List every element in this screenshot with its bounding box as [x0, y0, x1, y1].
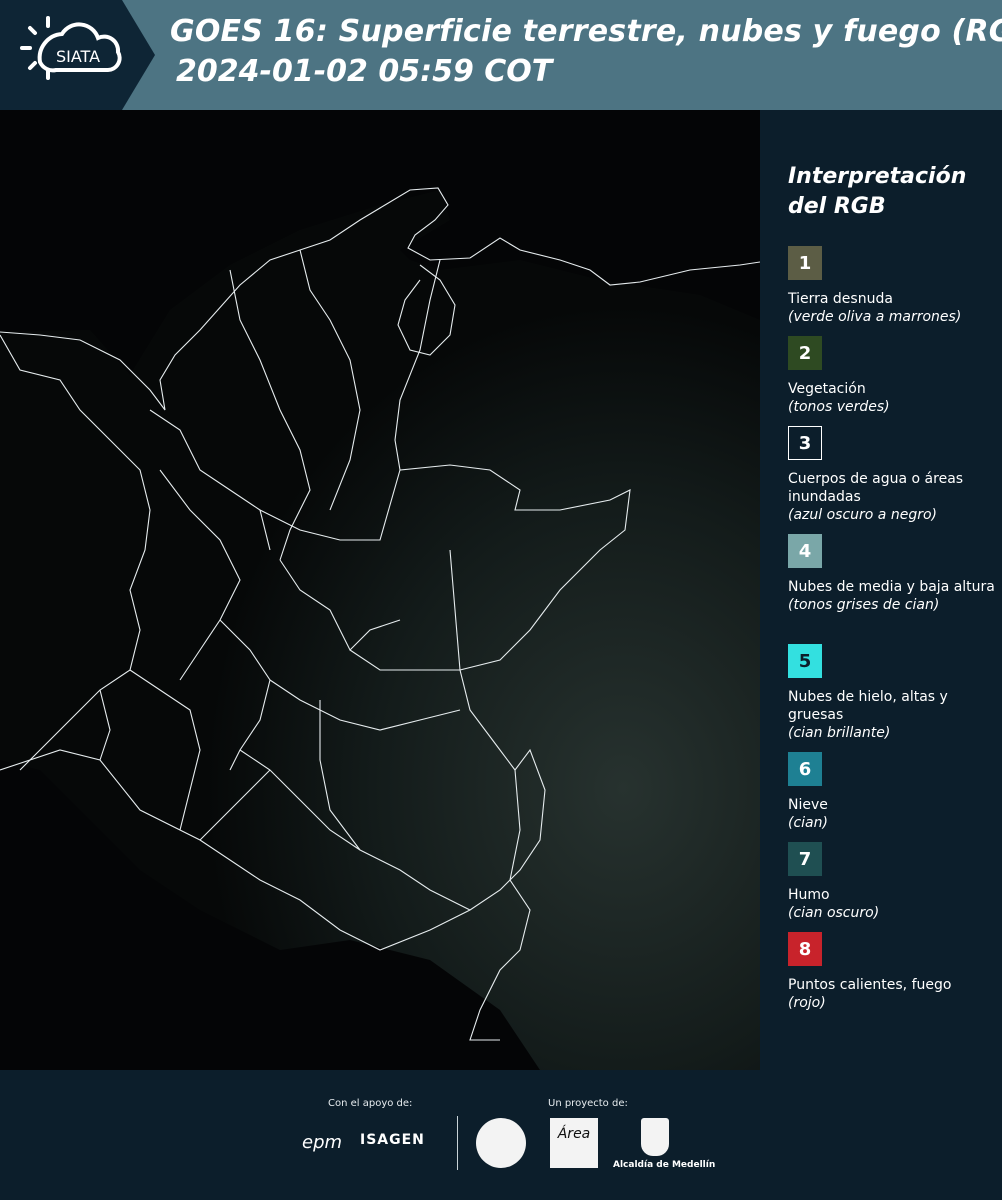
legend-title: Interpretación del RGB: [788, 164, 967, 219]
legend-swatch: 8: [788, 932, 822, 966]
legend-item-desc: (cian): [788, 815, 828, 831]
legend-swatch: 5: [788, 644, 822, 678]
legend-swatch: 1: [788, 246, 822, 280]
support-label: Con el apoyo de:: [328, 1098, 413, 1109]
legend-item-name: Vegetación: [788, 381, 866, 397]
legend-item: 5 Nubes de hielo, altas y gruesas (cian …: [788, 644, 998, 742]
footer-divider: [457, 1116, 458, 1170]
legend-item-desc: (tonos grises de cian): [788, 597, 940, 613]
title-line1: GOES 16: Superficie terrestre, nubes y f…: [170, 14, 1002, 49]
legend-swatch: 3: [788, 426, 822, 460]
legend-item-name: Cuerpos de agua o áreas inundadas: [788, 471, 964, 505]
alcaldia-shield-icon: [641, 1118, 669, 1156]
legend-item: 2 Vegetación (tonos verdes): [788, 336, 998, 416]
project-label: Un proyecto de:: [548, 1098, 628, 1109]
legend-item: 8 Puntos calientes, fuego (rojo): [788, 932, 998, 1012]
legend-swatch: 4: [788, 534, 822, 568]
map-svg: [0, 110, 760, 1070]
legend-item-name: Nubes de media y baja altura: [788, 579, 995, 595]
legend-item-name: Nubes de hielo, altas y gruesas: [788, 689, 948, 723]
legend-item-desc: (cian brillante): [788, 725, 891, 741]
legend-item-desc: (verde oliva a marrones): [788, 309, 962, 325]
legend-item-desc: (rojo): [788, 995, 826, 1011]
legend-item-name: Nieve: [788, 797, 828, 813]
legend-swatch: 7: [788, 842, 822, 876]
alcaldia-name: Alcaldía de Medellín: [613, 1160, 716, 1170]
legend-panel: Interpretación del RGB 1 Tierra desnuda …: [760, 110, 1002, 1070]
satellite-map: [0, 110, 761, 1070]
legend-item-desc: (azul oscuro a negro): [788, 507, 937, 523]
legend-swatch: 2: [788, 336, 822, 370]
legend-item-desc: (cian oscuro): [788, 905, 880, 921]
legend-item-name: Humo: [788, 887, 830, 903]
epm-logo: epm: [302, 1132, 343, 1153]
legend-item-name: Tierra desnuda: [788, 291, 893, 307]
logo-text: SIATA: [56, 47, 100, 66]
area-logo-text: Área: [557, 1126, 591, 1142]
siata-logo: SIATA: [0, 0, 155, 110]
antioquia-seal-icon: [476, 1118, 526, 1168]
legend-item-name: Puntos calientes, fuego: [788, 977, 952, 993]
legend-item: 6 Nieve (cian): [788, 752, 998, 832]
footer: Con el apoyo de: Un proyecto de: epm ISA…: [0, 1070, 1002, 1200]
area-metropolitana-logo: Área: [550, 1118, 598, 1168]
legend-item: 7 Humo (cian oscuro): [788, 842, 998, 922]
legend-swatch: 6: [788, 752, 822, 786]
title-line2: 2024-01-02 05:59 COT: [176, 54, 553, 89]
header: SIATA GOES 16: Superficie terrestre, nub…: [0, 0, 1002, 110]
legend-item: 1 Tierra desnuda (verde oliva a marrones…: [788, 246, 998, 326]
legend-item-desc: (tonos verdes): [788, 399, 890, 415]
legend-item: 3 Cuerpos de agua o áreas inundadas (azu…: [788, 426, 998, 524]
legend-item: 4 Nubes de media y baja altura (tonos gr…: [788, 534, 998, 614]
isagen-logo: ISAGEN: [360, 1132, 425, 1148]
